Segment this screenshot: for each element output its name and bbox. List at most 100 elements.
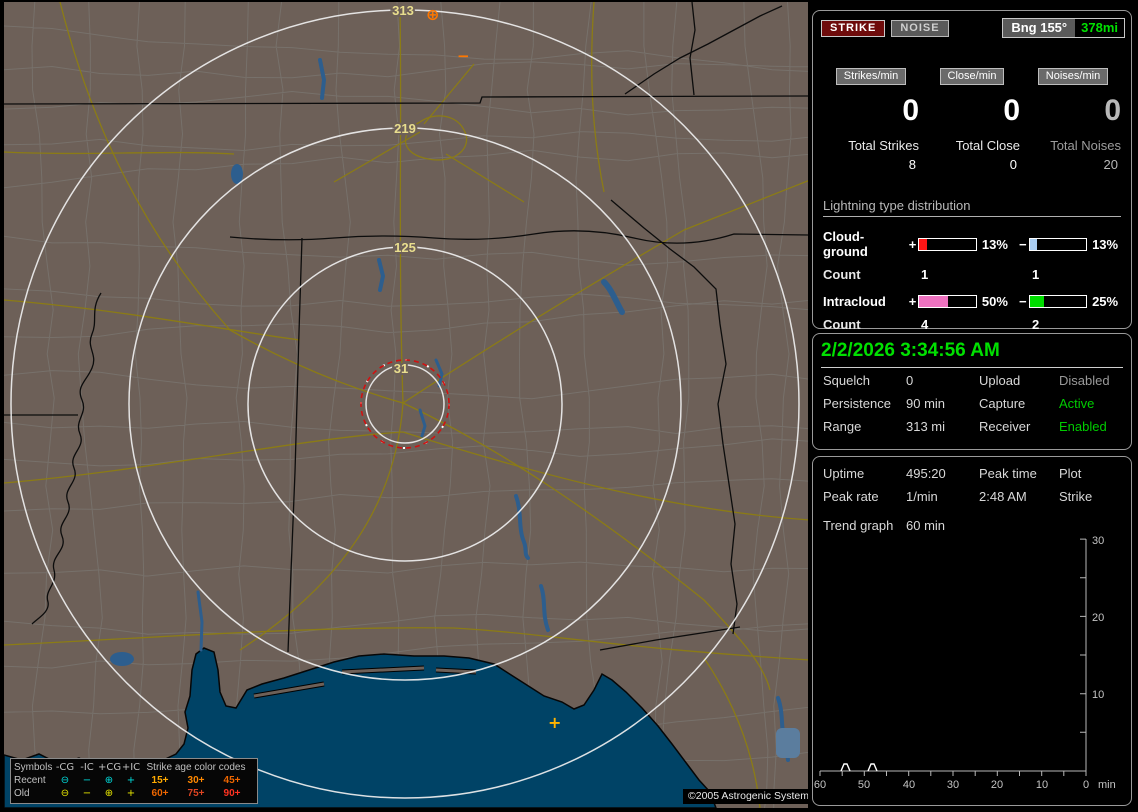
close-column: Close/min 0 Total Close 0 xyxy=(924,68,1020,172)
intracloud-count-row: Count 4 2 xyxy=(813,317,1131,332)
legend-old-label: Old xyxy=(14,788,30,799)
datetime-display: 2/2/2026 3:34:56 AM xyxy=(821,340,1123,368)
noises-per-min-value: 0 xyxy=(1104,94,1121,127)
age-15: 15+ xyxy=(151,775,169,786)
x-tick-40: 40 xyxy=(903,779,915,791)
y-tick-30: 30 xyxy=(1092,535,1104,547)
y-tick-10: 10 xyxy=(1092,689,1104,701)
trend-graph: 30 20 10 60 50 40 30 20 10 0 min xyxy=(814,535,1116,791)
upload-label: Upload xyxy=(979,373,1021,388)
intracloud-label: Intracloud xyxy=(823,294,886,309)
bearing-distance: 378mi xyxy=(1075,19,1124,37)
ring-label-31: 31 xyxy=(394,361,408,376)
x-tick-20: 20 xyxy=(991,779,1003,791)
legend-recent-label: Recent xyxy=(14,775,46,786)
plus-sign: + xyxy=(908,294,917,309)
cloud-ground-count-row: Count 1 1 xyxy=(813,267,1131,282)
status-row: Persistence 90 min Capture Active xyxy=(813,393,1131,414)
cg-minus-pct: 13% xyxy=(1092,236,1119,252)
count-label: Count xyxy=(823,267,861,282)
upload-status: Disabled xyxy=(1059,373,1110,388)
minus-icon: − xyxy=(82,775,92,786)
strike-symbol-neg-ic: − xyxy=(457,47,470,65)
peak-rate-value: 1/min xyxy=(906,489,938,504)
map-canvas: 313 219 125 31 xyxy=(4,2,808,808)
x-tick-50: 50 xyxy=(858,779,870,791)
trend-axes xyxy=(819,538,1087,776)
strikes-column: Strikes/min 0 Total Strikes 8 xyxy=(823,68,919,172)
cg-minus-count: 1 xyxy=(1032,267,1040,282)
cg-minus-bar-fill xyxy=(1029,238,1037,250)
cg-plus-pct: 13% xyxy=(981,236,1008,252)
legend-recent-row: Recent ⊖ − ⊕ + 15+ 30+ 45+ xyxy=(14,774,254,787)
plus-icon: + xyxy=(126,775,136,786)
strikes-per-min-value: 0 xyxy=(902,94,919,127)
plus-sign: + xyxy=(908,236,917,252)
close-per-min-value: 0 xyxy=(1003,94,1020,127)
persistence-value: 90 min xyxy=(906,396,946,411)
cg-plus-bar xyxy=(918,237,977,251)
counter-columns: Strikes/min 0 Total Strikes 8 Close/min … xyxy=(813,68,1131,172)
noises-per-min-chip[interactable]: Noises/min xyxy=(1037,68,1109,85)
cloud-ground-row: Cloud-ground + 13% − 13% xyxy=(813,229,1131,259)
noises-column: Noises/min 0 Total Noises 20 xyxy=(1025,68,1121,172)
close-per-min-chip[interactable]: Close/min xyxy=(939,68,1005,85)
legend-neg-ic-header: -IC xyxy=(80,762,94,773)
map-legend: Symbols -CG -IC +CG +IC Strike age color… xyxy=(10,758,258,804)
copyright-text: ©2005 Astrogenic Systems xyxy=(683,789,808,804)
total-noises-label: Total Noises xyxy=(1050,138,1121,153)
total-strikes-value: 8 xyxy=(908,157,916,172)
intracloud-row: Intracloud + 50% − 25% xyxy=(813,294,1131,309)
ic-plus-bar-fill xyxy=(919,296,948,307)
age-30: 30+ xyxy=(187,775,205,786)
strike-symbol-pos-cg: ⊕ xyxy=(426,5,440,24)
legend-pos-cg-header: +CG xyxy=(98,762,122,773)
squelch-value: 0 xyxy=(906,373,914,388)
persistence-label: Persistence xyxy=(823,396,891,411)
receiver-status: Enabled xyxy=(1059,419,1107,434)
ring-label-125: 125 xyxy=(394,240,416,255)
peak-rate-label: Peak rate xyxy=(823,489,879,504)
noise-button[interactable]: NOISE xyxy=(891,19,949,37)
ic-minus-count: 2 xyxy=(1032,317,1040,332)
circle-plus-icon: ⊕ xyxy=(104,788,114,799)
lightning-map[interactable]: 313 219 125 31 ⊕ − + Symbols -CG -IC +CG… xyxy=(4,2,808,808)
minus-icon: − xyxy=(82,788,92,799)
ring-label-219: 219 xyxy=(394,121,416,136)
ic-minus-bar xyxy=(1028,295,1088,308)
age-90: 90+ xyxy=(223,788,241,799)
y-tick-20: 20 xyxy=(1092,612,1104,624)
minus-sign: − xyxy=(1018,236,1027,252)
legend-neg-cg-header: -CG xyxy=(55,762,75,773)
total-close-label: Total Close xyxy=(955,138,1020,153)
stats-row: Peak rate 1/min 2:48 AM Strike xyxy=(813,486,1131,507)
ring-label-313: 313 xyxy=(392,3,414,18)
cloud-ground-label: Cloud-ground xyxy=(823,229,868,259)
counters-panel: STRIKE NOISE Bng 155° 378mi Strikes/min … xyxy=(812,10,1132,332)
legend-age-header: Strike age color codes xyxy=(146,762,246,773)
status-panel: 2/2/2026 3:34:56 AM Squelch 0 Upload Dis… xyxy=(812,333,1132,450)
x-tick-0: 0 xyxy=(1083,779,1089,791)
ic-plus-count: 4 xyxy=(921,317,929,332)
cg-plus-bar-fill xyxy=(919,238,927,250)
bearing-label: Bng 155° xyxy=(1003,19,1076,37)
range-label: Range xyxy=(823,419,862,434)
strike-button[interactable]: STRIKE xyxy=(821,19,886,37)
uptime-value: 495:20 xyxy=(906,466,946,481)
plot-value: Strike xyxy=(1059,489,1093,504)
cg-minus-bar xyxy=(1028,237,1088,251)
ic-minus-bar-fill xyxy=(1029,296,1044,307)
receiver-label: Receiver xyxy=(979,419,1031,434)
circle-minus-icon: ⊖ xyxy=(60,788,70,799)
ic-minus-pct: 25% xyxy=(1092,294,1119,309)
bearing-display: Bng 155° 378mi xyxy=(1002,18,1125,38)
ic-plus-pct: 50% xyxy=(981,294,1008,309)
distribution-title: Lightning type distribution xyxy=(823,198,1121,217)
peak-time-label: Peak time xyxy=(979,466,1037,481)
capture-label: Capture xyxy=(979,396,1026,411)
strikes-per-min-chip[interactable]: Strikes/min xyxy=(835,68,907,85)
circle-plus-icon: ⊕ xyxy=(104,775,114,786)
age-45: 45+ xyxy=(223,775,241,786)
total-noises-value: 20 xyxy=(1103,157,1118,172)
ic-plus-bar xyxy=(918,295,977,308)
